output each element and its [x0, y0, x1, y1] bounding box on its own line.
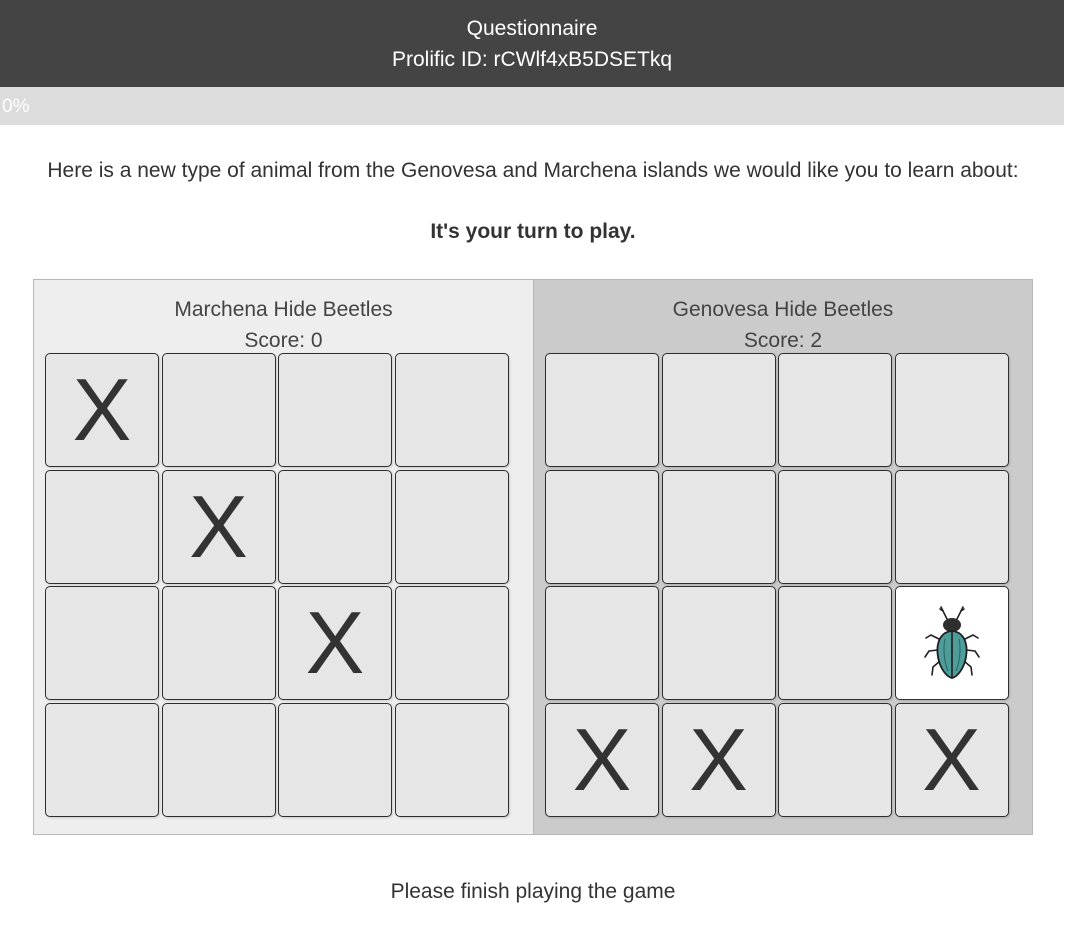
grid-cell[interactable]	[278, 702, 392, 817]
grid-cell[interactable]	[894, 586, 1009, 700]
grid-cell[interactable]	[394, 469, 509, 584]
grid-cell[interactable]	[778, 702, 892, 817]
intro-text: Here is a new type of animal from the Ge…	[47, 159, 1019, 182]
miss-mark: X	[72, 360, 132, 459]
miss-mark: X	[922, 709, 981, 809]
grid-cell[interactable]: X	[45, 353, 159, 467]
grid-cell[interactable]	[894, 469, 1009, 584]
miss-mark: X	[689, 709, 748, 809]
beetle-icon	[923, 606, 980, 679]
grid-cell[interactable]	[161, 702, 276, 817]
turn-text: It's your turn to play.	[430, 220, 636, 243]
grid-cell[interactable]	[545, 586, 659, 700]
grid-cell[interactable]	[161, 586, 276, 700]
grid-cell[interactable]	[778, 586, 892, 700]
grid-cell[interactable]	[278, 353, 392, 467]
progress-label: 0%	[2, 96, 30, 117]
miss-mark: X	[189, 476, 248, 576]
grid-cell[interactable]: X	[545, 702, 659, 817]
grid-cell[interactable]	[394, 702, 509, 817]
grid-cell[interactable]	[394, 353, 509, 467]
grid-cell[interactable]	[161, 353, 276, 467]
grid-cell[interactable]	[45, 469, 159, 584]
genovesa-panel: Genovesa Hide Beetles Score: 2 XXX	[534, 280, 1032, 834]
footer-text: Please finish playing the game	[390, 880, 676, 903]
grid-cell[interactable]	[894, 353, 1009, 467]
grid-cell[interactable]	[661, 469, 776, 584]
grid-cell[interactable]	[545, 469, 659, 584]
grid-cell[interactable]: X	[661, 702, 776, 817]
header-bar: Questionnaire Prolific ID: rCWlf4xB5DSET…	[0, 0, 1064, 87]
grid-cell[interactable]	[45, 702, 159, 817]
grid-cell[interactable]: X	[278, 586, 392, 700]
prolific-id: Prolific ID: rCWlf4xB5DSETkq	[391, 48, 673, 71]
grid-cell[interactable]: X	[894, 702, 1009, 817]
panel-name: Marchena Hide Beetles	[174, 298, 393, 321]
grid-cell[interactable]	[778, 469, 892, 584]
panel-title: Genovesa Hide Beetles Score: 2	[534, 294, 1032, 356]
grid-cell[interactable]	[778, 353, 892, 467]
marchena-panel: Marchena Hide Beetles Score: 0 XXX	[34, 280, 534, 834]
panel-name: Genovesa Hide Beetles	[672, 298, 894, 321]
grid-cell[interactable]	[545, 353, 659, 467]
grid-cell[interactable]	[394, 586, 509, 700]
progress-bar: 0%	[0, 87, 1064, 125]
miss-mark: X	[305, 593, 365, 692]
panel-title: Marchena Hide Beetles Score: 0	[34, 294, 533, 356]
grid-cell[interactable]	[278, 469, 392, 584]
header-title: Questionnaire	[466, 17, 598, 40]
panel-score: Score: 2	[743, 329, 823, 352]
grid-cell[interactable]	[661, 586, 776, 700]
grid-cell[interactable]	[661, 353, 776, 467]
game-board: Marchena Hide Beetles Score: 0 XXX Genov…	[33, 279, 1033, 835]
panel-score: Score: 0	[244, 329, 323, 352]
grid-cell[interactable]: X	[161, 469, 276, 584]
grid-cell[interactable]	[45, 586, 159, 700]
miss-mark: X	[572, 709, 632, 809]
